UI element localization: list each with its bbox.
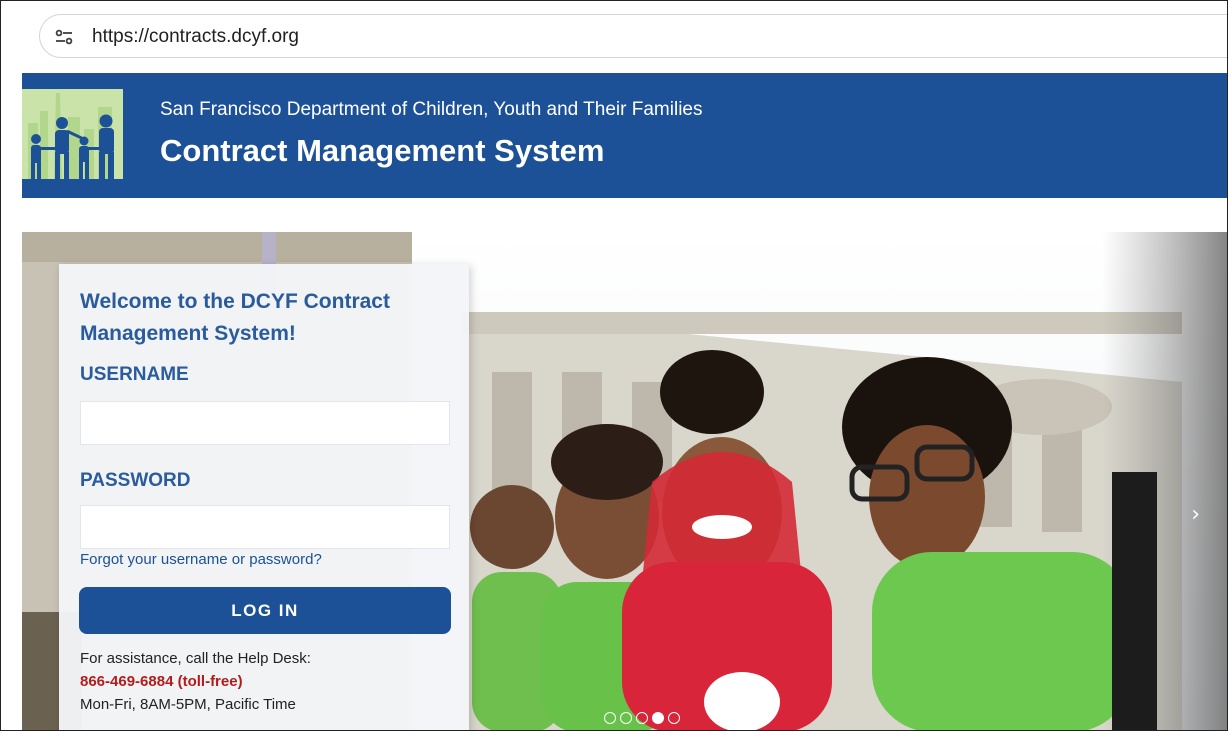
- carousel-dot-4[interactable]: [652, 712, 664, 724]
- help-desk-phone[interactable]: 866-469-6884 (toll-free): [80, 673, 243, 690]
- chevron-right-icon: ›: [1191, 502, 1200, 527]
- tune-icon[interactable]: [54, 27, 74, 47]
- forgot-credentials-link[interactable]: Forgot your username or password?: [80, 551, 322, 568]
- login-panel: Welcome to the DCYF Contract Management …: [59, 264, 469, 730]
- carousel-dot-2[interactable]: [620, 712, 632, 724]
- password-input[interactable]: [80, 505, 450, 549]
- username-label: USERNAME: [80, 364, 189, 385]
- password-label: PASSWORD: [80, 470, 191, 491]
- help-desk-hours: Mon-Fri, 8AM-5PM, Pacific Time: [80, 696, 296, 713]
- username-input[interactable]: [80, 401, 450, 445]
- carousel-dot-1[interactable]: [604, 712, 616, 724]
- help-desk-text: For assistance, call the Help Desk:: [80, 650, 311, 667]
- carousel-dot-3[interactable]: [636, 712, 648, 724]
- carousel-indicators: [604, 712, 680, 724]
- org-name: San Francisco Department of Children, Yo…: [160, 99, 703, 120]
- address-bar[interactable]: https://contracts.dcyf.org: [39, 14, 1227, 59]
- system-title: Contract Management System: [160, 133, 605, 168]
- welcome-heading: Welcome to the DCYF Contract Management …: [80, 290, 390, 345]
- login-button[interactable]: LOG IN: [79, 587, 451, 634]
- carousel-next-button[interactable]: ›: [1191, 502, 1200, 527]
- browser-window: https://contracts.dcyf.org San Francisco…: [0, 0, 1228, 731]
- url-text[interactable]: https://contracts.dcyf.org: [92, 15, 299, 59]
- site-header: San Francisco Department of Children, Yo…: [22, 73, 1227, 198]
- family-logo-icon: [22, 89, 123, 179]
- carousel-dot-5[interactable]: [668, 712, 680, 724]
